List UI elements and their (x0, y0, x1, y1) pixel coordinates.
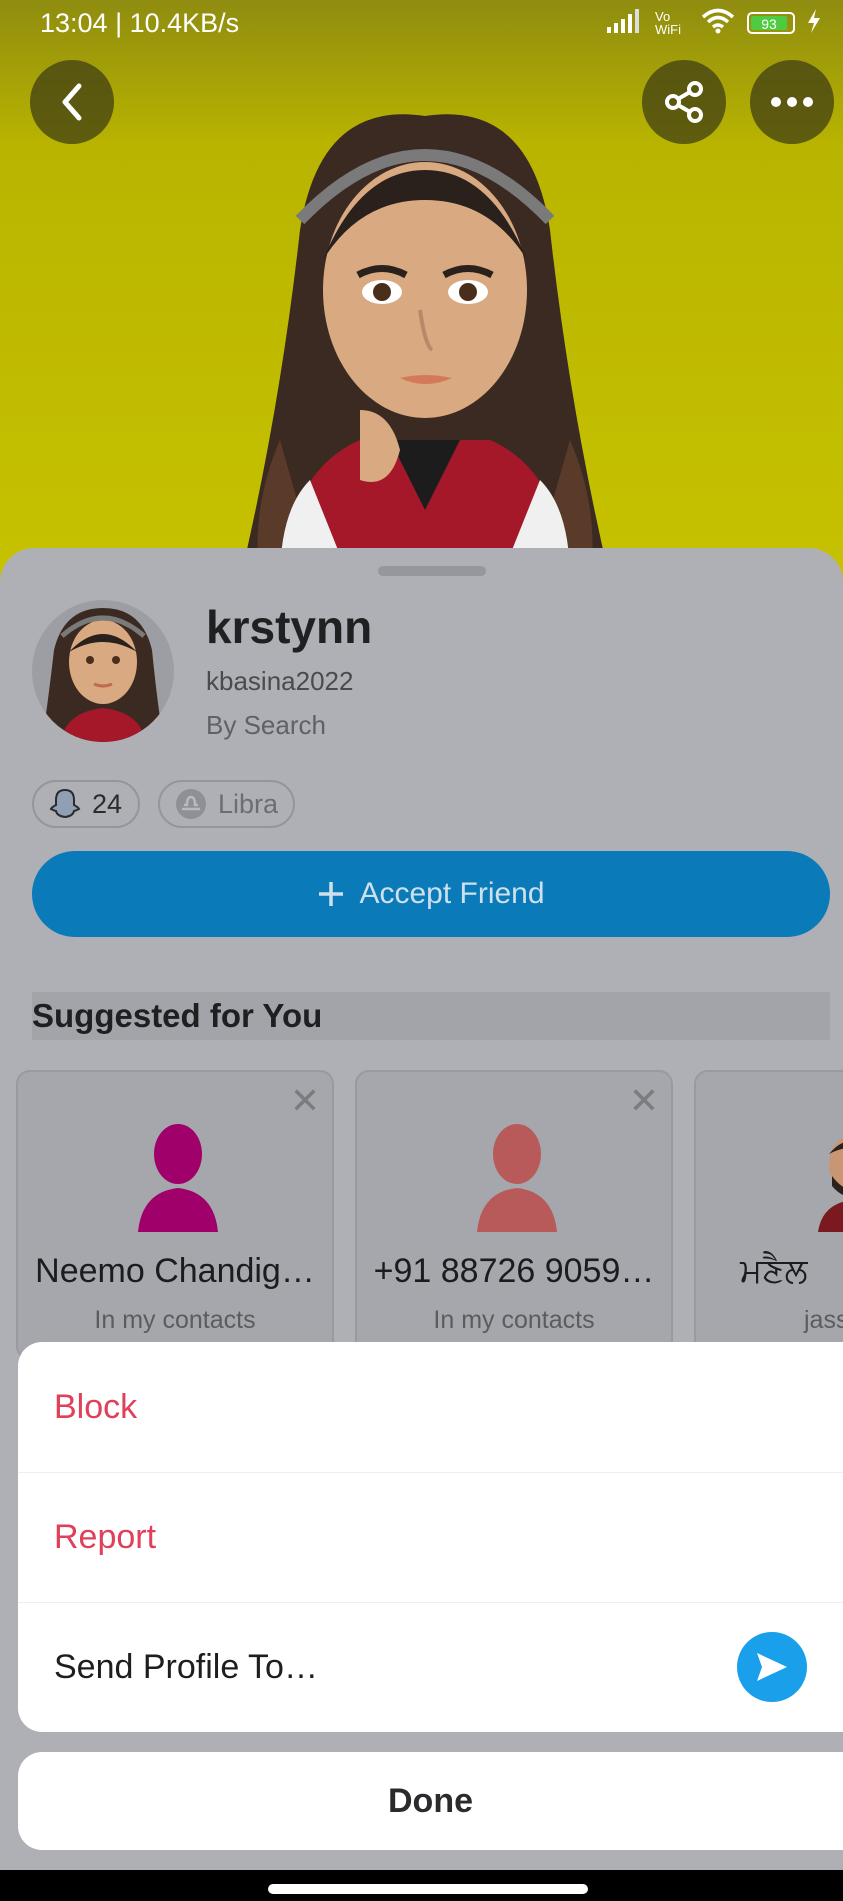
ghost-icon (49, 788, 81, 819)
accept-friend-button[interactable]: Accept Friend (32, 851, 830, 937)
action-menu: Block Report Send Profile To… (18, 1342, 843, 1732)
suggested-name: Neemo Chandig… (35, 1252, 315, 1290)
suggested-heading: Suggested for You (32, 992, 830, 1040)
sheet-drag-handle[interactable] (378, 566, 486, 576)
share-icon (665, 81, 703, 123)
back-button[interactable] (30, 60, 114, 144)
charging-icon (807, 9, 821, 36)
vowifi-label: Vo WiFi (655, 8, 681, 37)
block-menu-item[interactable]: Block (18, 1342, 843, 1472)
send-arrow-icon[interactable] (737, 1632, 807, 1702)
status-bar: 13:04 | 10.4KB/s Vo WiFi 93 (0, 0, 843, 48)
profile-added-source: By Search (206, 710, 326, 740)
snapscore-badge[interactable]: 24 (32, 780, 140, 828)
suggested-subtitle: In my contacts (433, 1306, 595, 1334)
battery-icon: 93 (747, 11, 795, 34)
libra-icon (176, 789, 206, 819)
dismiss-icon[interactable]: ✕ (629, 1080, 659, 1122)
report-label: Report (54, 1518, 157, 1556)
profile-display-name: krstynn (206, 601, 373, 653)
suggested-name: ਮਣੈਲ (740, 1252, 808, 1290)
suggested-card[interactable]: ✕ Neemo Chandig… In my contacts (16, 1070, 334, 1360)
block-label: Block (54, 1388, 138, 1426)
profile-hero: 13:04 | 10.4KB/s Vo WiFi 93 (0, 0, 843, 580)
suggested-card[interactable]: ਮਣੈਲ jass (694, 1070, 843, 1360)
avatar[interactable] (32, 600, 174, 742)
zodiac-label: Libra (218, 788, 279, 819)
plus-icon (319, 882, 344, 906)
bitmoji-avatar (240, 114, 610, 580)
chevron-left-icon (62, 83, 82, 121)
snapscore-value: 24 (92, 788, 123, 819)
dismiss-icon[interactable]: ✕ (290, 1080, 320, 1122)
more-options-button[interactable] (750, 60, 834, 144)
suggested-name: +91 88726 9059… (373, 1252, 655, 1290)
send-profile-label: Send Profile To… (54, 1648, 318, 1686)
accept-friend-label: Accept Friend (359, 877, 545, 910)
status-time: 13:04 | 10.4KB/s (40, 8, 240, 38)
suggested-card[interactable]: ✕ +91 88726 9059… In my contacts (355, 1070, 673, 1360)
wifi-icon (701, 8, 735, 37)
avatar-bitmoji-icon (42, 608, 164, 742)
share-button[interactable] (642, 60, 726, 144)
profile-username: kbasina2022 (206, 666, 354, 696)
suggested-bitmoji-avatar (818, 1137, 843, 1232)
signal-icon (607, 9, 643, 36)
done-button[interactable]: Done (18, 1752, 843, 1850)
send-profile-menu-item[interactable]: Send Profile To… (18, 1602, 843, 1732)
person-silhouette-icon (138, 1124, 218, 1232)
more-dots-icon (771, 97, 813, 107)
zodiac-badge[interactable]: Libra (158, 780, 295, 828)
home-indicator[interactable] (268, 1884, 588, 1894)
profile-screen: 13:04 | 10.4KB/s Vo WiFi 93 krstynn kbas… (0, 0, 843, 1870)
person-silhouette-icon (477, 1124, 557, 1232)
status-icons: Vo WiFi 93 (607, 8, 821, 37)
suggested-subtitle: In my contacts (94, 1306, 256, 1334)
suggested-subtitle: jass (804, 1306, 843, 1334)
report-menu-item[interactable]: Report (18, 1472, 843, 1602)
